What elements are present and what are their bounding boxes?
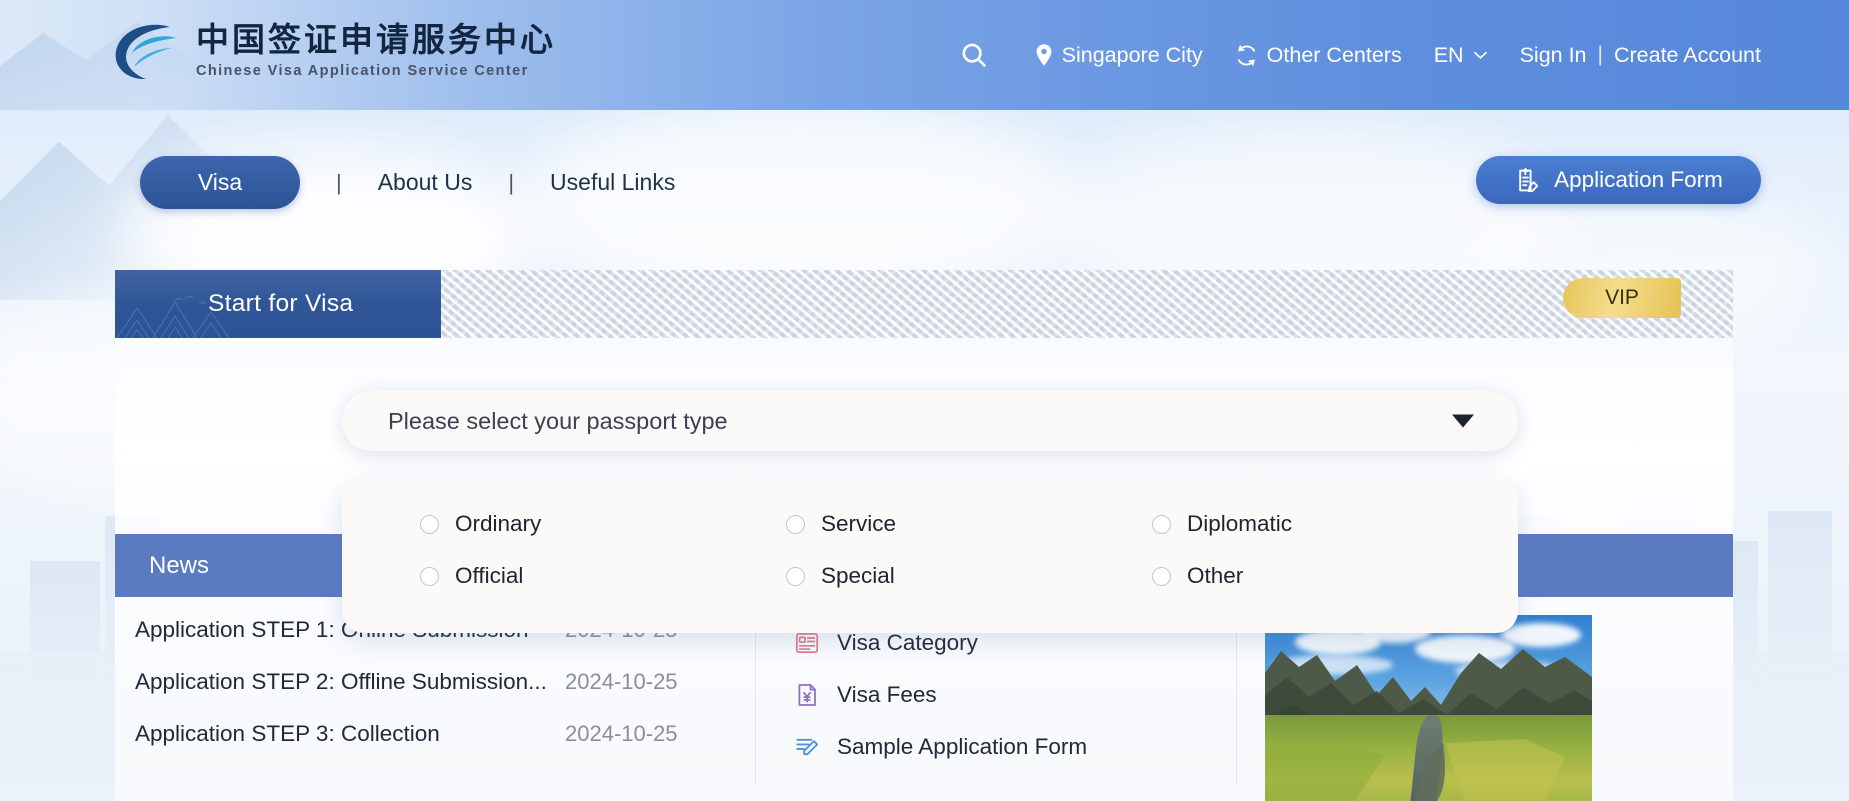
news-item[interactable]: Application STEP 2: Offline Submission..… (135, 669, 755, 721)
main-navigation: Visa | About Us | Useful Links (140, 156, 675, 209)
location-pin-icon (1035, 43, 1053, 67)
vip-badge[interactable]: VIP (1563, 278, 1681, 318)
search-button[interactable] (959, 40, 989, 70)
passport-option-diplomatic[interactable]: Diplomatic (1152, 506, 1518, 542)
start-for-visa-header: Start for Visa (115, 270, 441, 338)
header-separator: | (1598, 43, 1603, 67)
nav-tab-visa-label: Visa (198, 169, 242, 196)
id-card-icon (794, 630, 820, 656)
location-label: Singapore City (1062, 43, 1203, 68)
header-utility-nav: Singapore City Other Centers EN Sign In (959, 0, 1761, 110)
create-account-label: Create Account (1614, 43, 1761, 68)
swoosh-logo-icon (110, 18, 182, 84)
passport-option-label: Official (455, 563, 523, 589)
news-header-label: News (149, 552, 209, 580)
radio-icon[interactable] (786, 515, 805, 534)
news-item-date: 2024-10-25 (565, 669, 678, 695)
caret-down-icon (1452, 415, 1474, 428)
news-item-title: Application STEP 2: Offline Submission..… (135, 669, 565, 695)
other-centers-label: Other Centers (1267, 43, 1402, 68)
nav-divider: | (336, 170, 342, 196)
nav-tab-about-us[interactable]: About Us (378, 169, 473, 196)
nav-divider: | (508, 170, 514, 196)
sign-in-label: Sign In (1520, 43, 1587, 68)
passport-option-special[interactable]: Special (786, 558, 1152, 594)
passport-option-label: Ordinary (455, 511, 541, 537)
quick-link-sample-application-form[interactable]: Sample Application Form (794, 721, 1236, 773)
location-selector[interactable]: Singapore City (1035, 43, 1203, 68)
chevron-down-icon (1473, 50, 1488, 60)
passport-option-other[interactable]: Other (1152, 558, 1518, 594)
start-for-visa-label: Start for Visa (208, 290, 353, 318)
logo-english-title: Chinese Visa Application Service Center (196, 63, 556, 79)
passport-option-label: Other (1187, 563, 1243, 589)
quick-link-visa-fees[interactable]: Visa Fees (794, 669, 1236, 721)
pencil-form-icon (794, 734, 820, 760)
passport-option-label: Diplomatic (1187, 511, 1292, 537)
refresh-switch-icon (1235, 44, 1258, 67)
decorative-pattern-strip: VIP (441, 270, 1733, 338)
news-item-date: 2024-10-25 (565, 721, 678, 747)
site-header: 中国签证申请服务中心 Chinese Visa Application Serv… (0, 0, 1849, 110)
passport-option-official[interactable]: Official (420, 558, 786, 594)
radio-icon[interactable] (420, 567, 439, 586)
nav-tab-visa[interactable]: Visa (140, 156, 300, 209)
search-icon (959, 40, 989, 70)
passport-option-ordinary[interactable]: Ordinary (420, 506, 786, 542)
language-selector[interactable]: EN (1434, 43, 1488, 68)
language-label: EN (1434, 43, 1464, 68)
promo-photo (1265, 615, 1592, 801)
vip-badge-label: VIP (1605, 286, 1639, 310)
site-logo[interactable]: 中国签证申请服务中心 Chinese Visa Application Serv… (110, 18, 556, 84)
photo-field-detail (1265, 715, 1592, 801)
radio-icon[interactable] (420, 515, 439, 534)
application-form-label: Application Form (1554, 167, 1723, 193)
quick-link-label: Visa Category (837, 630, 978, 656)
page-root: 中国签证申请服务中心 Chinese Visa Application Serv… (0, 0, 1849, 801)
quick-link-label: Visa Fees (837, 682, 937, 708)
passport-option-label: Service (821, 511, 896, 537)
yen-document-icon (794, 682, 820, 708)
logo-chinese-title: 中国签证申请服务中心 (196, 23, 556, 61)
passport-type-placeholder: Please select your passport type (388, 408, 728, 435)
passport-option-label: Special (821, 563, 895, 589)
quick-link-label: Sample Application Form (837, 734, 1087, 760)
news-item-title: Application STEP 3: Collection (135, 721, 565, 747)
passport-type-options: Ordinary Service Diplomatic Official Spe… (342, 478, 1518, 633)
radio-icon[interactable] (786, 567, 805, 586)
other-centers-link[interactable]: Other Centers (1235, 43, 1402, 68)
radio-icon[interactable] (1152, 567, 1171, 586)
news-item[interactable]: Application STEP 3: Collection 2024-10-2… (135, 721, 755, 773)
document-upload-icon (1514, 167, 1541, 194)
passport-option-service[interactable]: Service (786, 506, 1152, 542)
radio-icon[interactable] (1152, 515, 1171, 534)
passport-type-select[interactable]: Please select your passport type (342, 391, 1518, 451)
application-form-button[interactable]: Application Form (1476, 156, 1761, 204)
nav-tab-useful-links[interactable]: Useful Links (550, 169, 675, 196)
create-account-link[interactable]: Create Account (1614, 43, 1761, 68)
sign-in-link[interactable]: Sign In (1520, 43, 1587, 68)
